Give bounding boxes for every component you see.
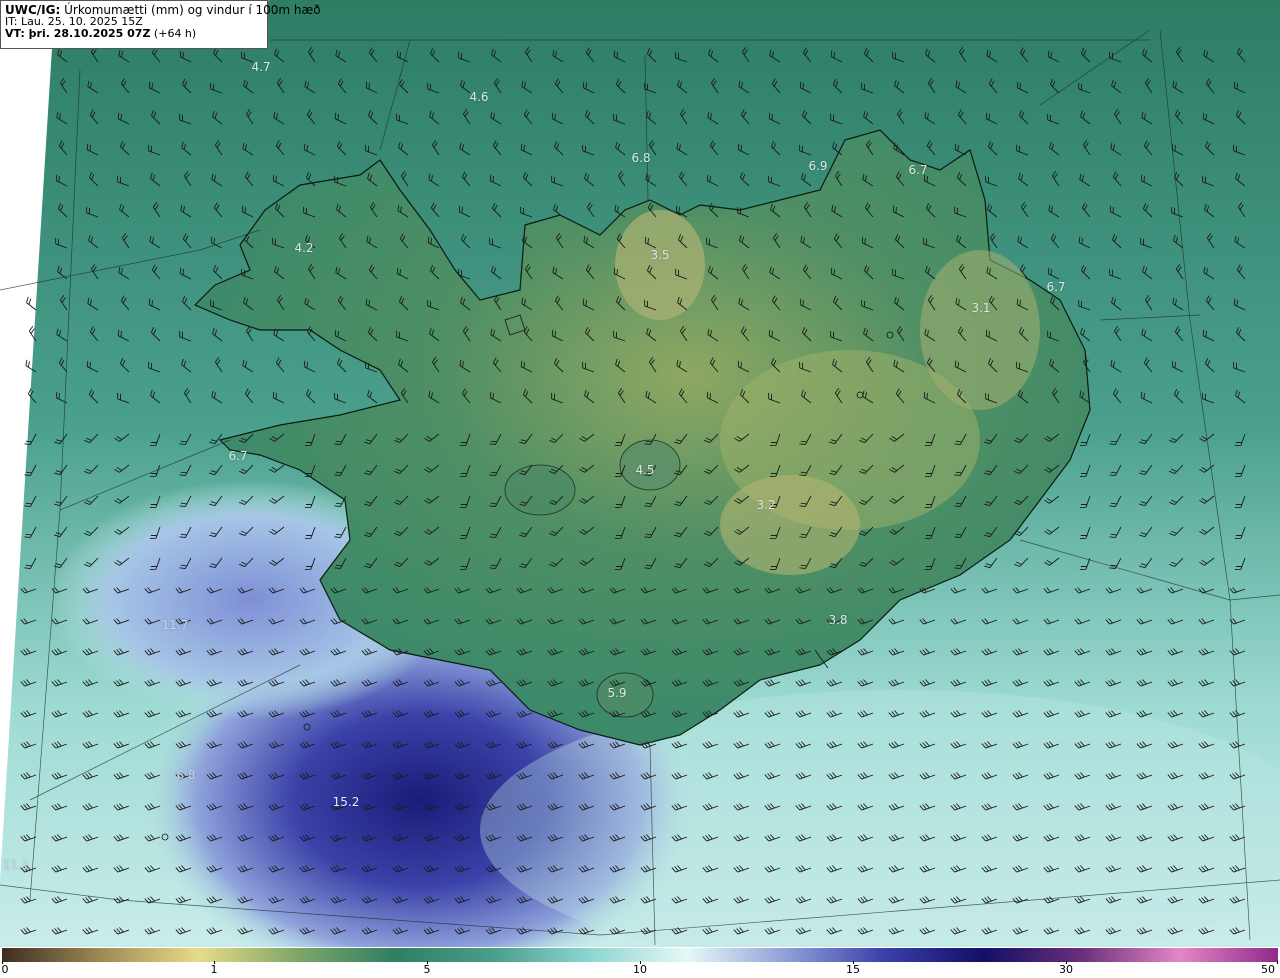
map-info-box: UWC/IG: Úrkomumætti (mm) og vindur í 100… [0,0,321,49]
valid-time-line: VT: þri. 28.10.2025 07Z (+64 h) [5,28,263,40]
colorbar-tick: 30 [1059,963,1073,976]
value-label: 11.1 [2,858,30,872]
forecast-hour: (+64 h) [150,27,197,40]
value-label: 4.5 [635,463,655,477]
value-label: 3.5 [650,248,670,262]
colorbar-tick: 5 [423,963,431,976]
value-label: 4.2 [294,241,314,255]
colorbar-tick: 1 [210,963,218,976]
value-label: 8.8 [176,768,196,782]
glacier-east [920,250,1040,410]
value-label: 15.2 [332,795,360,809]
valid-time: VT: þri. 28.10.2025 07Z [5,27,151,40]
value-label: 6.9 [808,159,828,173]
value-label: 6.8 [631,151,651,165]
value-label: 4.6 [469,90,489,104]
colorbar-tick: 10 [633,963,647,976]
glacier-langjokull [504,464,576,516]
value-label: 11.7 [161,618,189,632]
value-label: 5.9 [607,686,627,700]
map-area[interactable]: 4.7 4.6 6.8 6.9 6.7 4.2 3.5 6.7 3.1 6.7 … [0,0,1280,947]
glacier-north [615,210,705,320]
value-label: 3.8 [828,613,848,627]
colorbar-legend: 0 1 5 10 15 30 50 [0,947,1280,978]
value-label: 6.7 [908,163,928,177]
colorbar-strip [2,948,1278,962]
value-label: 3.1 [971,301,991,315]
value-label: 4.7 [251,60,271,74]
colorbar-tick: 0 [1,963,9,976]
glacier-se [720,475,860,575]
colorbar-tick: 50 [1261,963,1275,976]
colorbar-tick: 15 [846,963,860,976]
value-label: 3.2 [756,498,776,512]
value-label: 6.7 [228,449,248,463]
value-label: 6.7 [1046,280,1066,294]
